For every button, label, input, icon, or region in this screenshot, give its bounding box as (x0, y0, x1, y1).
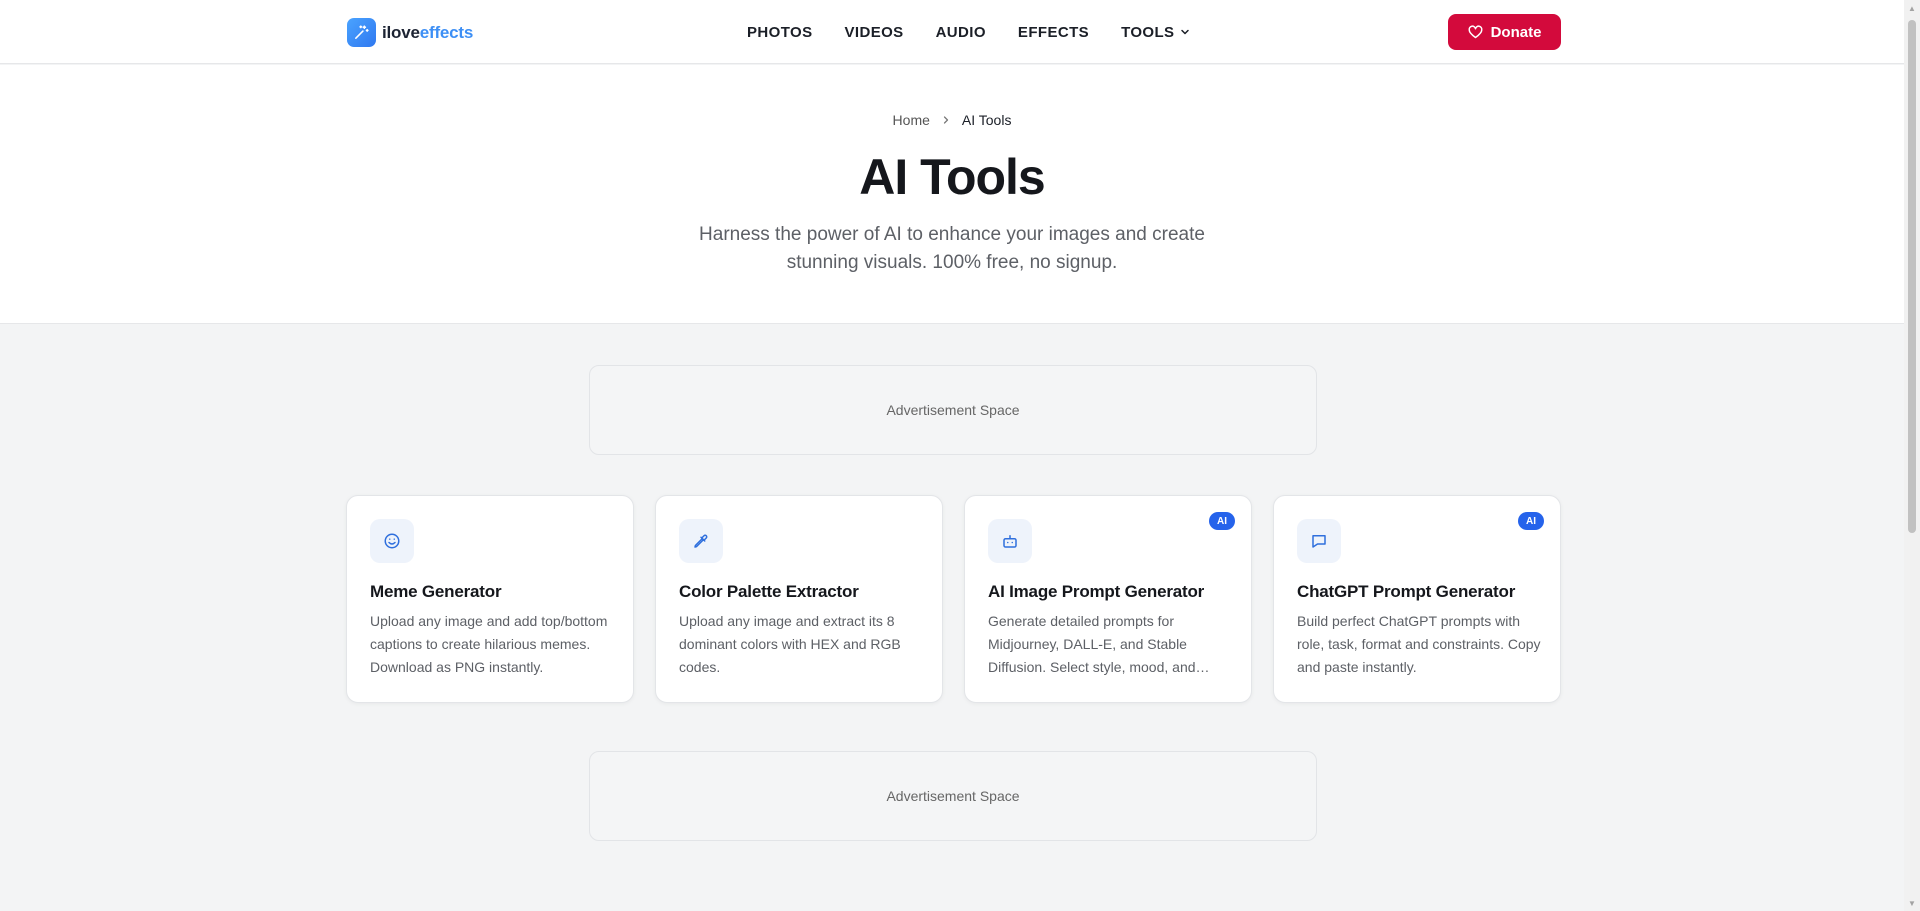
card-title: Color Palette Extractor (679, 582, 859, 601)
scroll-up-arrow-icon[interactable]: ▲ (1904, 0, 1920, 16)
ad-space-bottom: Advertisement Space (589, 751, 1317, 841)
scrollbar-thumb[interactable] (1908, 20, 1916, 533)
card-description: Upload any image and extract its 8 domin… (679, 613, 901, 675)
heart-icon (1468, 24, 1483, 38)
card-description: Upload any image and add top/bottom capt… (370, 613, 608, 675)
smile-icon (370, 519, 414, 563)
tool-card-color-palette-extractor[interactable]: Color Palette Extractor Upload any image… (655, 495, 943, 703)
ai-badge: AI (1518, 512, 1544, 530)
logo-text: iloveeffects (382, 22, 474, 42)
ai-badge: AI (1209, 512, 1235, 530)
card-description: Generate detailed prompts for Midjourney… (988, 613, 1196, 675)
card-title: AI Image Prompt Generator (988, 582, 1205, 601)
magic-wand-icon (347, 18, 376, 47)
page-scrollbar[interactable]: ▲ ▼ (1904, 0, 1920, 911)
tool-card-chatgpt-prompt-generator[interactable]: AI ChatGPT Prompt Generator Build perfec… (1273, 495, 1561, 703)
breadcrumb-home[interactable]: Home (893, 112, 930, 128)
chevron-down-icon (1181, 29, 1190, 35)
eyedropper-icon (679, 519, 723, 563)
card-description: Build perfect ChatGPT prompts with role,… (1297, 613, 1541, 675)
main-nav: PHOTOS VIDEOS AUDIO EFFECTS TOOLS (747, 0, 1223, 64)
nav-videos[interactable]: VIDEOS (844, 24, 903, 41)
card-title: ChatGPT Prompt Generator (1297, 582, 1516, 601)
robot-icon (988, 519, 1032, 563)
page-title: AI Tools (859, 149, 1046, 205)
tool-card-ai-image-prompt-generator[interactable]: AI AI Image Prompt Generator Generate de… (964, 495, 1252, 703)
donate-button[interactable]: Donate (1448, 14, 1561, 50)
breadcrumb: Home AI Tools (0, 112, 1904, 128)
tool-card-meme-generator[interactable]: Meme Generator Upload any image and add … (346, 495, 634, 703)
page-subtitle: Harness the power of AI to enhance your … (699, 224, 1205, 273)
nav-effects[interactable]: EFFECTS (1018, 24, 1089, 41)
nav-tools[interactable]: TOOLS (1121, 24, 1191, 41)
logo[interactable]: iloveeffects (347, 18, 473, 47)
chat-bubble-icon (1297, 519, 1341, 563)
nav-audio[interactable]: AUDIO (936, 24, 986, 41)
site-header: iloveeffects PHOTOS VIDEOS AUDIO EFFECTS… (0, 0, 1904, 64)
scroll-down-arrow-icon[interactable]: ▼ (1904, 895, 1920, 911)
chevron-right-icon (943, 116, 949, 124)
donate-label: Donate (1490, 23, 1542, 41)
ad-space-top: Advertisement Space (589, 365, 1317, 455)
card-title: Meme Generator (370, 582, 502, 601)
breadcrumb-current: AI Tools (961, 112, 1012, 128)
hero-section: Home AI Tools AI Tools Harness the power… (0, 65, 1904, 324)
nav-photos[interactable]: PHOTOS (747, 24, 812, 41)
